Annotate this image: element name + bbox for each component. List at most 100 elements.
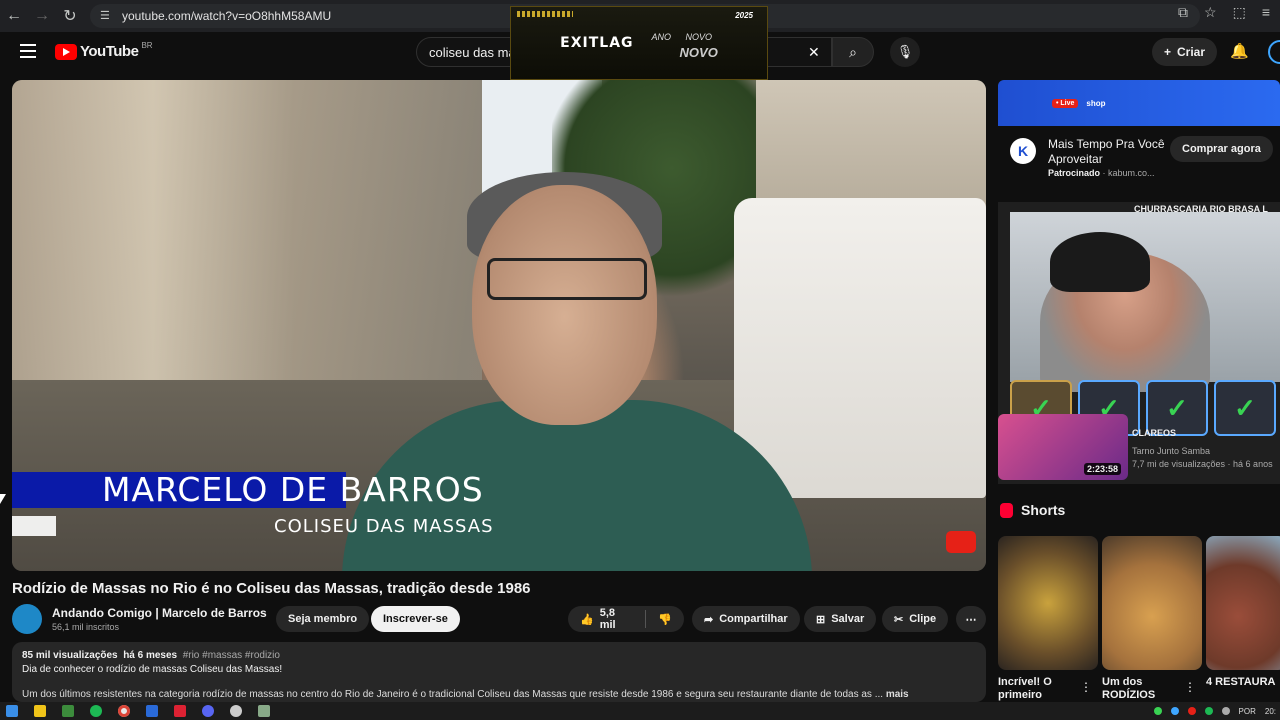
tray-icon[interactable] (1153, 707, 1162, 715)
install-icon[interactable]: ⧉ (1178, 4, 1188, 21)
extensions-icon[interactable]: ⬚ (1233, 4, 1246, 21)
buy-now-button[interactable]: Comprar agora (1170, 136, 1273, 162)
chrome-icon[interactable] (118, 705, 130, 717)
windows-start-icon[interactable] (6, 705, 18, 717)
tray-icon[interactable] (1204, 707, 1213, 715)
voice-search-button[interactable]: 🎙 (890, 37, 920, 67)
ad-live-badge: • Live (1052, 98, 1079, 108)
dislike-icon[interactable]: 👎 (658, 613, 672, 626)
back-icon[interactable]: ← (0, 2, 28, 30)
exitlag-overlay-ad: 2025 EXITLAG ANO NOVO NOVO (510, 6, 768, 80)
more-actions-button[interactable]: ⋯ (956, 606, 986, 632)
forward-icon[interactable]: → (28, 2, 56, 30)
show-more-link[interactable]: mais (886, 689, 909, 700)
tray-icon[interactable] (1170, 707, 1179, 715)
obs-icon[interactable] (230, 705, 242, 717)
share-button[interactable]: ➦ Compartilhar (692, 606, 800, 632)
windows-taskbar: POR 20: (0, 702, 1280, 720)
rec-video-channel[interactable]: Tarno Junto Samba (1132, 446, 1210, 456)
buy-now-label: Comprar agora (1182, 143, 1261, 155)
description-box[interactable]: 85 mil visualizações há 6 meses #rio #ma… (12, 642, 986, 702)
app-icon[interactable] (62, 705, 74, 717)
clock[interactable]: 20: (1265, 707, 1276, 716)
channel-name[interactable]: Andando Comigo | Marcelo de Barros (52, 606, 267, 620)
exitlag-ano: ANO (651, 31, 672, 42)
search-value: coliseu das ma (429, 44, 516, 60)
short-thumbnail[interactable] (1206, 536, 1280, 670)
short-title[interactable]: Um dos RODÍZIOS (1102, 676, 1172, 702)
ad-title[interactable]: Mais Tempo Pra Você Aproveitar (1048, 137, 1168, 167)
browser-menu-icon[interactable]: ≡ (1262, 4, 1270, 21)
exitlag-novo-small: NOVO (685, 31, 713, 42)
description-meta: 85 mil visualizações há 6 meses #rio #ma… (22, 650, 976, 661)
shorts-heading: Shorts (1021, 502, 1066, 518)
bookmark-star-icon[interactable]: ☆ (1204, 4, 1217, 21)
description-line-2-text: Um dos últimos resistentes na categoria … (22, 689, 884, 700)
upload-age: há 6 meses (123, 650, 178, 661)
short-more-icon[interactable]: ⋮ (1184, 680, 1196, 694)
search-button[interactable]: ⌕ (832, 37, 874, 67)
exitlag-logo: EXITLAG (560, 35, 634, 51)
channel-watermark-icon[interactable] (946, 531, 976, 553)
ad-banner-image[interactable]: • Live shop (998, 80, 1280, 126)
app-icon[interactable] (174, 705, 186, 717)
ad-sponsored-label: Patrocinado (1048, 168, 1101, 178)
menu-icon[interactable] (20, 44, 36, 58)
short-title[interactable]: 4 RESTAURA (1206, 676, 1276, 689)
site-info-icon[interactable]: ☰ (100, 9, 114, 23)
account-avatar[interactable] (1268, 40, 1280, 64)
lower-third-subtitle: COLISEU DAS MASSAS (274, 516, 494, 537)
like-divider (645, 610, 647, 628)
reload-icon[interactable]: ↻ (56, 2, 84, 30)
app-icon[interactable] (146, 705, 158, 717)
join-button[interactable]: Seja membro (276, 606, 370, 632)
save-label: Salvar (831, 613, 865, 625)
save-button[interactable]: ⊞ Salvar (804, 606, 877, 632)
share-icon: ➦ (704, 613, 714, 626)
clear-search-icon[interactable]: ✕ (808, 44, 820, 61)
hashtags[interactable]: #rio #massas #rodizio (183, 650, 280, 661)
video-title: Rodízio de Massas no Rio é no Coliseu da… (12, 580, 531, 597)
video-frame-buildings (12, 80, 482, 380)
like-icon[interactable]: 👍 (580, 613, 594, 626)
file-explorer-icon[interactable] (34, 705, 46, 717)
volume-icon[interactable] (1221, 707, 1230, 715)
spotify-icon[interactable] (90, 705, 102, 717)
language-indicator[interactable]: POR (1239, 707, 1256, 716)
decorative-stripe (517, 11, 573, 17)
channel-avatar[interactable] (12, 604, 42, 634)
lower-third: MARCELO DE BARROS COLISEU DAS MASSAS (12, 470, 986, 550)
short-thumbnail[interactable] (998, 536, 1098, 670)
share-label: Compartilhar (719, 613, 788, 625)
tray-icon[interactable] (1187, 707, 1196, 715)
country-code: BR (141, 41, 153, 50)
view-count: 85 mil visualizações (22, 650, 118, 661)
create-button[interactable]: + Criar (1152, 38, 1218, 66)
short-thumbnail[interactable] (1102, 536, 1202, 670)
discord-icon[interactable] (202, 705, 214, 717)
notifications-bell-icon[interactable]: 🔔 (1230, 42, 1249, 60)
mouse-cursor-icon (0, 494, 6, 504)
short-more-icon[interactable]: ⋮ (1080, 680, 1092, 694)
ad-domain: kabum.co... (1108, 168, 1155, 178)
more-horizontal-icon: ⋯ (965, 613, 977, 626)
clip-button[interactable]: ✂ Clipe (882, 606, 949, 632)
exitlag-year: 2025 (735, 11, 753, 20)
video-player[interactable]: MARCELO DE BARROS COLISEU DAS MASSAS (12, 80, 986, 571)
microphone-icon: 🎙 (896, 44, 914, 59)
join-label: Seja membro (288, 613, 358, 625)
like-dislike-group: 👍 5,8 mil 👎 (568, 606, 684, 632)
system-tray: POR 20: (1153, 702, 1280, 720)
sponsored-ad-card[interactable]: • Live shop K Mais Tempo Pra Você Aprove… (998, 80, 1280, 192)
kabum-logo-icon[interactable]: K (1010, 138, 1036, 164)
video-frame-van (734, 198, 986, 498)
scissors-icon: ✂ (894, 613, 904, 626)
short-title[interactable]: Incrível! O primeiro (998, 676, 1068, 702)
subscribe-button[interactable]: Inscrever-se (371, 606, 460, 632)
description-line-1: Dia de conhecer o rodízio de massas Coli… (22, 664, 283, 675)
youtube-logo[interactable]: YouTube BR (55, 41, 153, 60)
recommended-videos-area[interactable]: CHURRASCARIA RIO BRASA L ✓ ✓ ✓ ✓ 2:23:58… (998, 202, 1280, 484)
app-icon[interactable] (258, 705, 270, 717)
rec-video-label[interactable]: CLAREOS (1132, 428, 1176, 438)
like-count[interactable]: 5,8 mil (600, 607, 634, 631)
